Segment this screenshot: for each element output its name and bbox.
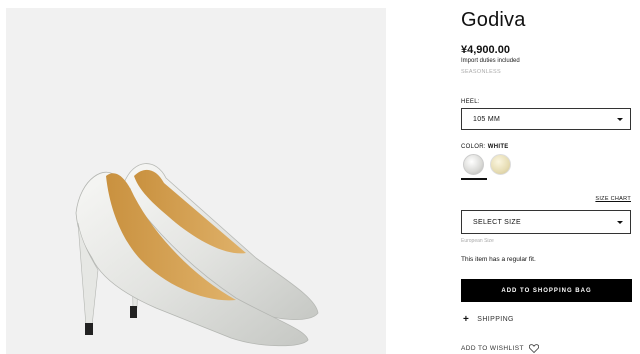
size-select[interactable]: SELECT SIZE bbox=[461, 210, 631, 234]
heart-icon bbox=[528, 344, 539, 353]
heel-select-value: 105 MM bbox=[473, 116, 501, 123]
color-label: COLOR: WHITE bbox=[461, 144, 509, 150]
shoe-illustration bbox=[75, 163, 319, 347]
add-to-bag-button[interactable]: ADD TO SHOPPING BAG bbox=[461, 279, 632, 302]
product-price: ¥4,900.00 bbox=[461, 44, 510, 56]
color-selected-value: WHITE bbox=[487, 144, 509, 150]
product-title: Godiva bbox=[461, 9, 526, 31]
product-image bbox=[6, 8, 386, 354]
size-chart-link[interactable]: SIZE CHART bbox=[595, 196, 631, 202]
duties-note: Import duties included bbox=[461, 58, 520, 64]
color-label-text: COLOR: bbox=[461, 144, 486, 150]
size-select-placeholder: SELECT SIZE bbox=[473, 219, 521, 226]
size-system-note: European Size bbox=[461, 238, 494, 244]
caret-down-icon bbox=[617, 221, 623, 224]
color-swatch-cream[interactable] bbox=[490, 154, 511, 175]
wishlist-label: ADD TO WISHLIST bbox=[461, 345, 524, 352]
heel-select[interactable]: 105 MM bbox=[461, 108, 631, 130]
shipping-label: SHIPPING bbox=[477, 316, 514, 323]
caret-down-icon bbox=[617, 118, 623, 121]
plus-icon: + bbox=[463, 314, 470, 325]
heel-label: HEEL: bbox=[461, 99, 480, 105]
fit-note: This item has a regular fit. bbox=[461, 256, 536, 263]
add-to-wishlist-link[interactable]: ADD TO WISHLIST bbox=[461, 344, 539, 353]
shipping-accordion[interactable]: + SHIPPING bbox=[463, 314, 514, 325]
color-swatch-white[interactable] bbox=[463, 154, 484, 175]
season-label: SEASONLESS bbox=[461, 69, 501, 75]
selected-swatch-indicator bbox=[461, 178, 487, 180]
